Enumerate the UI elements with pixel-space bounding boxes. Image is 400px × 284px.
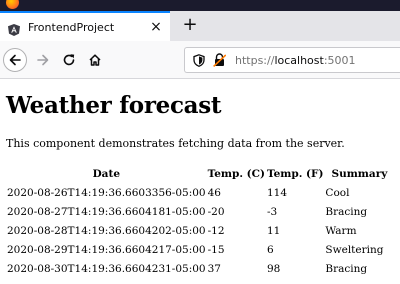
page-title: Weather forecast (6, 92, 222, 119)
cell-temp-c: 46 (207, 186, 221, 199)
cell-date: 2020-08-28T14:19:36.6604202-05:00 (7, 224, 206, 237)
cell-summary: Sweltering (325, 243, 384, 256)
address-bar[interactable]: https://localhost:5001 (184, 47, 400, 73)
firefox-logo-icon[interactable] (6, 0, 19, 9)
url-text[interactable]: https://localhost:5001 (235, 54, 356, 67)
cell-temp-f: 114 (266, 186, 288, 199)
cell-summary: Warm (325, 224, 357, 237)
lock-icon[interactable] (211, 52, 227, 68)
window-top-strip (0, 0, 400, 11)
table-row: 2020-08-28T14:19:36.6604202-05:00 -12 11… (6, 221, 394, 240)
forecast-table: Date Temp. (C) Temp. (F) Summary 2020-08… (6, 165, 394, 278)
home-icon (89, 54, 101, 66)
back-arrow-icon (9, 54, 21, 66)
table-header-row: Date Temp. (C) Temp. (F) Summary (6, 165, 394, 183)
cell-summary: Bracing (325, 262, 368, 275)
cell-date: 2020-08-27T14:19:36.6604181-05:00 (7, 205, 206, 218)
cell-temp-f: 11 (266, 224, 281, 237)
cell-temp-c: -20 (207, 205, 225, 218)
cell-date: 2020-08-26T14:19:36.6603356-05:00 (7, 186, 206, 199)
navigation-toolbar: https://localhost:5001 (0, 41, 400, 79)
table-row: 2020-08-26T14:19:36.6603356-05:00 46 114… (6, 183, 394, 202)
cell-temp-c: -12 (207, 224, 225, 237)
angular-favicon-icon (8, 21, 20, 36)
url-scheme: https:// (235, 53, 275, 67)
cell-summary: Cool (325, 186, 350, 199)
tab-frontendproject[interactable]: FrontendProject × (0, 11, 170, 41)
cell-date: 2020-08-29T14:19:36.6604217-05:00 (7, 243, 206, 256)
column-header-summary: Summary (331, 168, 388, 180)
url-port: :5001 (323, 53, 356, 67)
back-button[interactable] (3, 48, 27, 72)
cell-date: 2020-08-30T14:19:36.6604231-05:00 (7, 262, 206, 275)
tab-title: FrontendProject (28, 20, 115, 34)
page-content: Weather forecast This component demonstr… (0, 80, 400, 284)
intro-text: This component demonstrates fetching dat… (6, 137, 345, 150)
column-header-temp-f: Temp. (F) (266, 168, 324, 180)
column-header-temp-c: Temp. (C) (207, 168, 265, 180)
new-tab-button[interactable]: + (180, 15, 200, 35)
cell-temp-f: -3 (266, 205, 278, 218)
cell-temp-f: 6 (266, 243, 274, 256)
home-button[interactable] (84, 49, 106, 71)
cell-temp-c: -15 (207, 243, 225, 256)
shield-icon[interactable] (191, 52, 207, 68)
column-header-date: Date (92, 168, 121, 180)
cell-temp-f: 98 (266, 262, 281, 275)
cell-summary: Bracing (325, 205, 368, 218)
close-tab-icon[interactable]: × (146, 19, 166, 35)
forward-button[interactable] (32, 49, 54, 71)
table-row: 2020-08-27T14:19:36.6604181-05:00 -20 -3… (6, 202, 394, 221)
reload-button[interactable] (58, 49, 80, 71)
table-row: 2020-08-30T14:19:36.6604231-05:00 37 98 … (6, 259, 394, 278)
table-row: 2020-08-29T14:19:36.6604217-05:00 -15 6 … (6, 240, 394, 259)
url-host: localhost (274, 53, 324, 67)
forward-arrow-icon (37, 54, 49, 66)
cell-temp-c: 37 (207, 262, 221, 275)
reload-icon (63, 54, 75, 66)
tab-bar: FrontendProject × + (0, 11, 400, 41)
